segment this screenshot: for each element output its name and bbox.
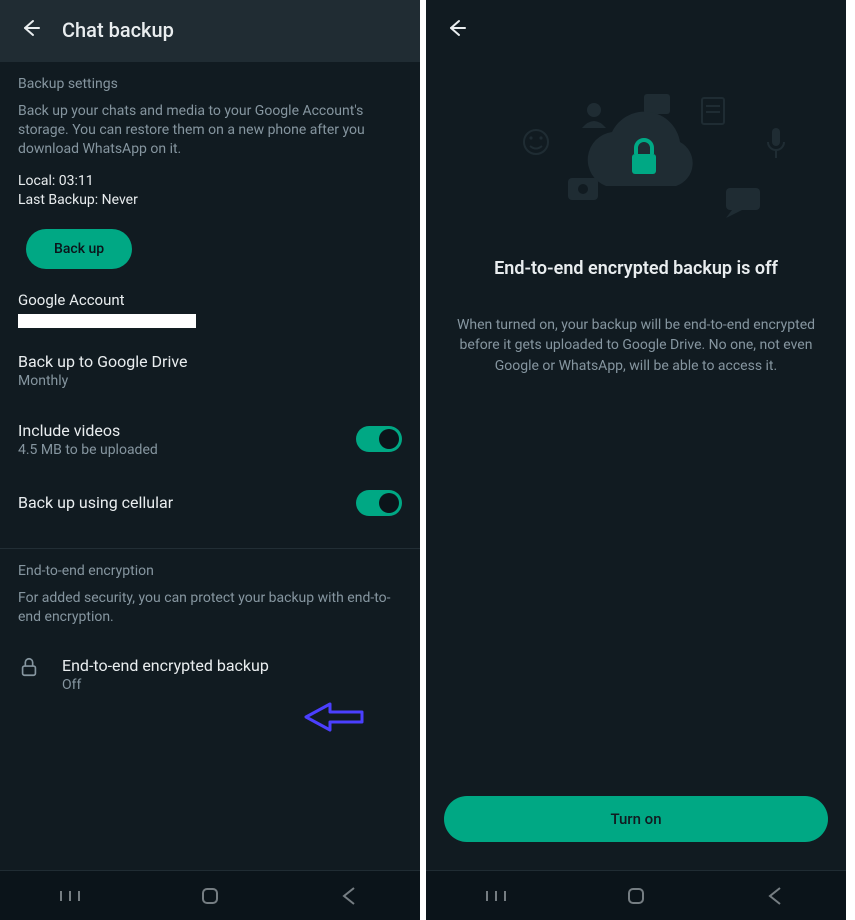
nav-recent-icon[interactable] [482, 882, 510, 910]
backup-settings-section: Backup settings Back up your chats and m… [0, 62, 420, 283]
e2e-status-description: When turned on, your backup will be end-… [426, 315, 846, 376]
header-bar [426, 0, 846, 52]
section-header: Backup settings [18, 76, 402, 92]
e2e-section: End-to-end encryption For added security… [0, 549, 420, 643]
screen-e2e-backup-off: End-to-end encrypted backup is off When … [426, 0, 846, 920]
include-videos-label: Include videos [18, 421, 158, 440]
cellular-setting[interactable]: Back up using cellular [0, 474, 420, 532]
backup-button[interactable]: Back up [26, 229, 132, 269]
local-time-label: Local: 03:11 [18, 173, 402, 189]
nav-recent-icon[interactable] [56, 882, 84, 910]
e2e-section-desc: For added security, you can protect your… [18, 589, 402, 627]
header-bar: Chat backup [0, 0, 420, 62]
e2e-setting-label: End-to-end encrypted backup [62, 656, 269, 675]
last-backup-label: Last Backup: Never [18, 192, 402, 208]
include-videos-setting[interactable]: Include videos 4.5 MB to be uploaded [0, 405, 420, 474]
e2e-section-header: End-to-end encryption [18, 563, 402, 579]
google-account-setting[interactable]: Google Account [0, 283, 420, 336]
include-videos-toggle[interactable] [356, 426, 402, 452]
turn-on-button[interactable]: Turn on [444, 796, 828, 842]
gdrive-value: Monthly [18, 373, 188, 389]
backup-description: Back up your chats and media to your Goo… [18, 102, 402, 159]
cellular-label: Back up using cellular [18, 493, 173, 512]
system-nav-bar [426, 870, 846, 920]
e2e-setting-value: Off [62, 677, 269, 693]
nav-home-icon[interactable] [196, 882, 224, 910]
nav-back-icon[interactable] [336, 882, 364, 910]
gdrive-label: Back up to Google Drive [18, 352, 188, 371]
lock-icon [18, 656, 40, 682]
cloud-lock-illustration [426, 76, 846, 236]
screen-chat-backup: Chat backup Backup settings Back up your… [0, 0, 420, 920]
nav-back-icon[interactable] [762, 882, 790, 910]
google-account-label: Google Account [18, 291, 402, 309]
cloud-icon [588, 112, 693, 186]
cellular-toggle[interactable] [356, 490, 402, 516]
backup-to-gdrive-setting[interactable]: Back up to Google Drive Monthly [0, 336, 420, 405]
include-videos-sub: 4.5 MB to be uploaded [18, 442, 158, 458]
back-icon[interactable] [18, 16, 42, 44]
back-icon[interactable] [444, 25, 468, 44]
google-account-value-redacted [18, 314, 196, 328]
e2e-status-title: End-to-end encrypted backup is off [444, 258, 828, 279]
system-nav-bar [0, 870, 420, 920]
e2e-backup-setting[interactable]: End-to-end encrypted backup Off [0, 642, 420, 707]
page-title: Chat backup [62, 18, 174, 42]
nav-home-icon[interactable] [622, 882, 650, 910]
